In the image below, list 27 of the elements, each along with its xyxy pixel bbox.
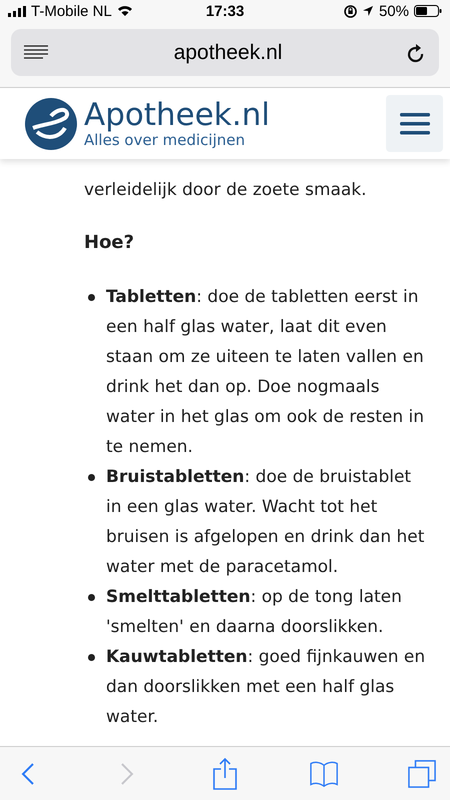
list-item-text: Kauwtabletten: goed fijnkauwen en dan doorslikken met een half glas water.	[106, 646, 426, 729]
menu-icon[interactable]	[400, 112, 430, 134]
list-item-text: Smelttabletten: op de tong laten 'smelten' en daarna doorslikken.	[106, 586, 403, 639]
section-heading: Hoe?	[84, 231, 136, 255]
reader-view-icon[interactable]	[23, 44, 49, 60]
battery-icon	[414, 5, 442, 17]
location-arrow-icon	[362, 5, 374, 17]
rotation-lock-icon	[344, 4, 357, 18]
site-logo-title: Apotheek.nl	[84, 98, 271, 132]
carrier-name: T-Mobile NL	[31, 2, 112, 20]
article-paragraph: verleidelijk door de zoete smaak.	[84, 179, 368, 202]
list-item-text: Bruistabletten: doe de bruistablet in een glas water. Wacht tot het bruisen is afgelopen en drink dan het water met de paracetamol.	[106, 466, 426, 579]
bullet-icon	[88, 654, 95, 661]
clock-time: 17:33	[206, 2, 244, 20]
logo-icon	[25, 98, 77, 150]
bullet-icon	[88, 474, 95, 481]
bullet-icon	[88, 594, 95, 601]
signal-icon	[8, 6, 26, 16]
address-field[interactable]: apotheek.nl	[11, 29, 439, 76]
back-icon[interactable]	[21, 762, 35, 786]
wifi-icon	[116, 5, 133, 17]
menu-button[interactable]	[386, 95, 443, 152]
site-tagline: Alles over medicijnen	[84, 132, 245, 149]
reload-icon[interactable]	[407, 42, 425, 62]
bullet-icon	[88, 294, 95, 301]
battery-percentage: 50%	[378, 2, 409, 20]
list-item-text: Tabletten: doe de tabletten eerst in een half glas water, laat dit even staan om ze uiteen te laten vallen en drink het dan op. Doe nogmaals water in het glas om ook de resten in te nemen.	[106, 286, 426, 459]
